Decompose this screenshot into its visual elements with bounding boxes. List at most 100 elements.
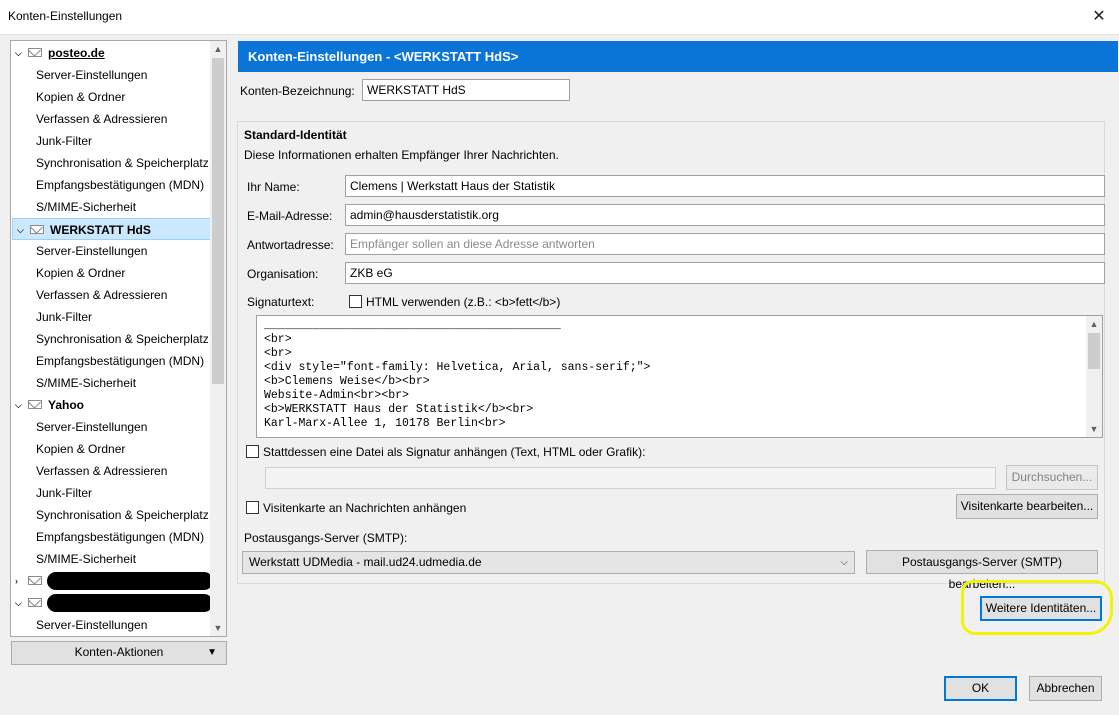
file-signature-checkbox[interactable] xyxy=(246,445,259,458)
account-subitem[interactable]: Server-Einstellungen xyxy=(11,416,211,438)
account-tree[interactable]: ⌵ posteo.de Server-Einstellungen Kopien & O… xyxy=(10,40,227,637)
signature-text: ________________________________________… xyxy=(264,319,651,430)
edit-smtp-button[interactable]: Postausgangs-Server (SMTP) bearbeiten... xyxy=(866,550,1098,591)
identity-heading: Standard-Identität xyxy=(244,128,347,142)
redacted-account[interactable]: ⌵ xyxy=(11,592,213,614)
account-subitem[interactable]: Server-Einstellungen xyxy=(11,64,211,86)
tree-scrollbar[interactable]: ▲ ▼ xyxy=(210,41,226,636)
account-subitem-label: S/MIME-Sicherheit xyxy=(36,200,137,214)
account-item[interactable]: ⌵ posteo.de xyxy=(11,42,211,64)
name-label: Ihr Name: xyxy=(247,180,300,194)
account-item[interactable]: ⌵ WERKSTATT HdS xyxy=(12,218,211,240)
scroll-thumb[interactable] xyxy=(212,58,224,384)
account-subitem-label: Verfassen & Adressieren xyxy=(36,112,168,126)
account-subitem[interactable]: Kopien & Ordner xyxy=(11,86,211,108)
cancel-button[interactable]: Abbrechen xyxy=(1029,676,1102,701)
email-label: E-Mail-Adresse: xyxy=(247,209,333,223)
signature-scrollbar[interactable]: ▲ ▼ xyxy=(1086,316,1102,437)
account-subitem[interactable]: Verfassen & Adressieren xyxy=(11,284,211,306)
account-subitem[interactable]: Kopien & Ordner xyxy=(11,262,211,284)
signature-textarea[interactable]: ________________________________________… xyxy=(256,315,1103,438)
yellow-highlight-annotation xyxy=(961,580,1113,635)
account-subitem[interactable]: Synchronisation & Speicherplatz xyxy=(11,504,211,526)
file-signature-label: Stattdessen eine Datei als Signatur anhä… xyxy=(263,445,646,459)
chevron-right-icon: › xyxy=(15,576,18,586)
reply-to-field[interactable]: Empfänger sollen an diese Adresse antwor… xyxy=(345,233,1105,255)
signature-label: Signaturtext: xyxy=(247,295,315,309)
account-subitem-label: S/MIME-Sicherheit xyxy=(36,376,137,390)
organization-field[interactable]: ZKB eG xyxy=(345,262,1105,284)
close-icon[interactable]: ✕ xyxy=(1079,0,1119,34)
account-subitem[interactable]: Server-Einstellungen xyxy=(11,614,211,636)
account-subitem-label: Synchronisation & Speicherplatz xyxy=(36,156,209,170)
chevron-down-icon: ⌵ xyxy=(15,400,22,410)
smtp-select[interactable]: Werkstatt UDMedia - mail.ud24.udmedia.de… xyxy=(242,551,855,574)
account-subitem[interactable]: Verfassen & Adressieren xyxy=(11,108,211,130)
account-name: posteo.de xyxy=(48,46,105,60)
account-subitem[interactable]: Empfangsbestätigungen (MDN) xyxy=(11,526,211,548)
account-subitem[interactable]: Empfangsbestätigungen (MDN) xyxy=(11,350,211,372)
smtp-selected-value: Werkstatt UDMedia - mail.ud24.udmedia.de xyxy=(249,555,482,569)
identity-description: Diese Informationen erhalten Empfänger I… xyxy=(244,148,559,162)
edit-vcard-button[interactable]: Visitenkarte bearbeiten... xyxy=(956,494,1098,519)
account-subitem[interactable]: Synchronisation & Speicherplatz xyxy=(11,152,211,174)
account-name: Yahoo xyxy=(48,398,85,412)
account-subitem-label: Junk-Filter xyxy=(36,310,93,324)
account-subitem-label: Verfassen & Adressieren xyxy=(36,288,168,302)
name-field[interactable]: Clemens | Werkstatt Haus der Statistik xyxy=(345,175,1105,197)
account-name-label: Konten-Bezeichnung: xyxy=(240,84,355,98)
redacted-account[interactable]: › xyxy=(11,570,213,592)
account-subitem[interactable]: Junk-Filter xyxy=(11,482,211,504)
account-subitem[interactable]: Empfangsbestätigungen (MDN) xyxy=(11,174,211,196)
signature-file-path xyxy=(265,467,996,489)
page-header: Konten-Einstellungen - <WERKSTATT HdS> xyxy=(238,41,1118,72)
account-subitem-label: Kopien & Ordner xyxy=(36,90,126,104)
chevron-down-icon: ▼ xyxy=(207,647,217,658)
account-subitem[interactable]: S/MIME-Sicherheit xyxy=(11,372,211,394)
smtp-label: Postausgangs-Server (SMTP): xyxy=(244,531,408,545)
account-name: WERKSTATT HdS xyxy=(50,223,151,237)
account-item[interactable]: ⌵ Yahoo xyxy=(11,394,211,416)
organization-label: Organisation: xyxy=(247,267,319,281)
envelope-icon xyxy=(28,48,42,57)
account-name-field[interactable]: WERKSTATT HdS xyxy=(362,79,570,101)
title-bar: Konten-Einstellungen ✕ xyxy=(0,0,1119,35)
account-actions-button[interactable]: Konten-Aktionen ▼ xyxy=(11,641,227,665)
chevron-down-icon: ⌵ xyxy=(15,48,22,58)
envelope-icon xyxy=(30,225,44,234)
account-subitem[interactable]: Junk-Filter xyxy=(11,306,211,328)
account-subitem[interactable]: Junk-Filter xyxy=(11,130,211,152)
envelope-icon xyxy=(28,400,42,409)
chevron-down-icon: ⌵ xyxy=(840,557,848,568)
scroll-down-icon[interactable]: ▼ xyxy=(1086,421,1102,437)
redaction-bar xyxy=(47,572,213,590)
scroll-up-icon[interactable]: ▲ xyxy=(1086,316,1102,332)
chevron-down-icon: ⌵ xyxy=(17,225,24,235)
envelope-icon xyxy=(28,598,42,607)
browse-button[interactable]: Durchsuchen... xyxy=(1006,465,1098,490)
reply-to-label: Antwortadresse: xyxy=(247,238,334,252)
account-subitem[interactable]: Server-Einstellungen xyxy=(11,240,211,262)
ok-button[interactable]: OK xyxy=(944,676,1017,701)
account-subitem[interactable]: S/MIME-Sicherheit xyxy=(11,548,211,570)
scroll-thumb[interactable] xyxy=(1088,333,1100,369)
chevron-down-icon: ⌵ xyxy=(15,598,22,608)
account-subitem-label: Server-Einstellungen xyxy=(36,68,148,82)
account-subitem-label: Empfangsbestätigungen (MDN) xyxy=(36,530,205,544)
account-subitem[interactable]: Synchronisation & Speicherplatz xyxy=(11,328,211,350)
account-subitem-label: Server-Einstellungen xyxy=(36,420,148,434)
html-checkbox[interactable] xyxy=(349,295,362,308)
account-subitem-label: Verfassen & Adressieren xyxy=(36,464,168,478)
account-subitem[interactable]: Verfassen & Adressieren xyxy=(11,460,211,482)
vcard-checkbox[interactable] xyxy=(246,501,259,514)
account-subitem-label: Junk-Filter xyxy=(36,486,93,500)
redaction-bar xyxy=(47,594,213,612)
email-field[interactable]: admin@hausderstatistik.org xyxy=(345,204,1105,226)
scroll-down-icon[interactable]: ▼ xyxy=(210,620,226,636)
vcard-label: Visitenkarte an Nachrichten anhängen xyxy=(263,501,467,515)
scroll-up-icon[interactable]: ▲ xyxy=(210,41,226,57)
html-checkbox-label: HTML verwenden (z.B.: <b>fett</b>) xyxy=(366,295,561,309)
account-subitem[interactable]: Kopien & Ordner xyxy=(11,438,211,460)
account-subitem-label: Synchronisation & Speicherplatz xyxy=(36,332,209,346)
account-subitem[interactable]: S/MIME-Sicherheit xyxy=(11,196,211,218)
